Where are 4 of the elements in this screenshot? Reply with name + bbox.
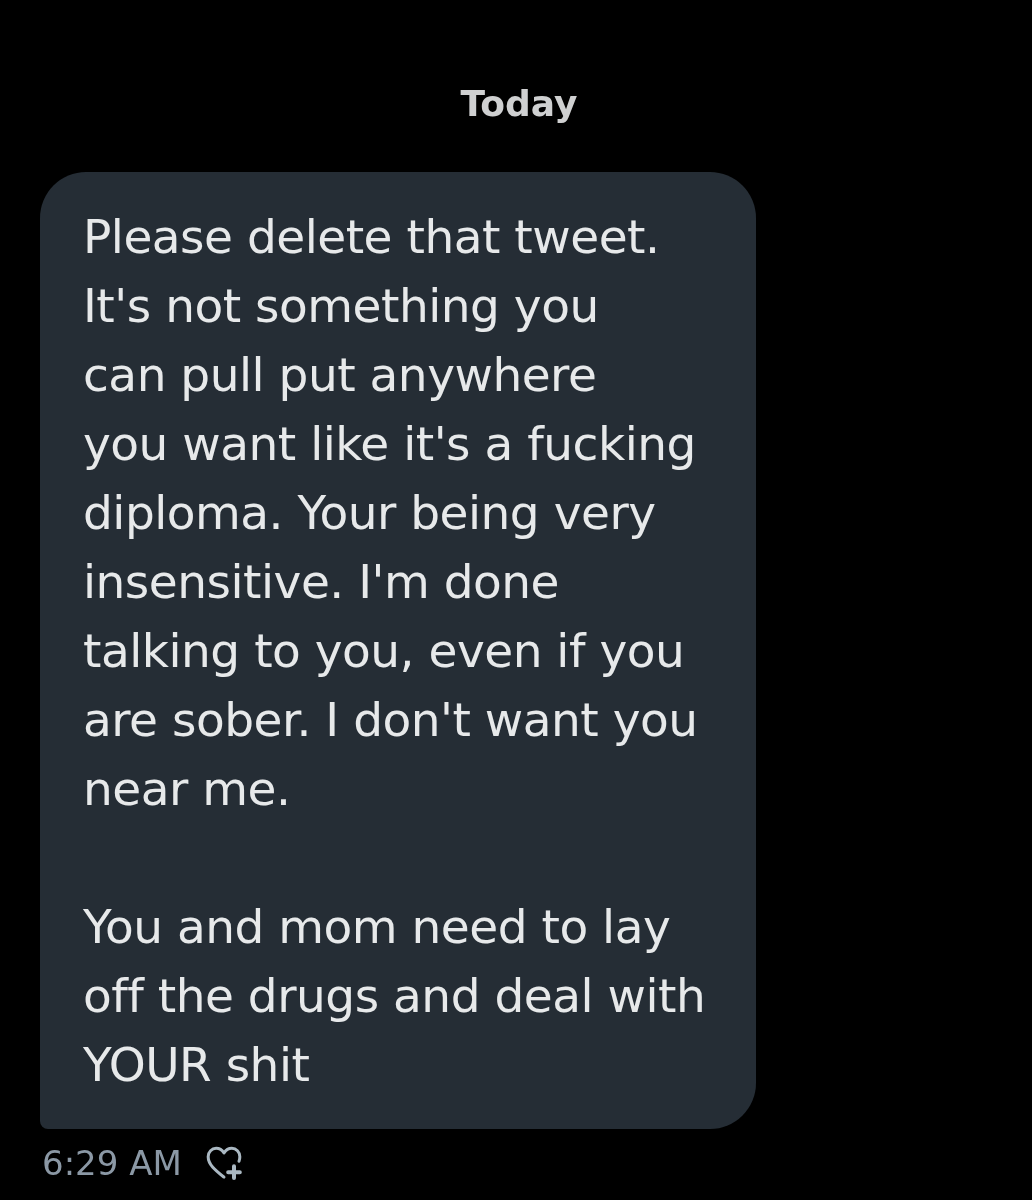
message-time: 6:29 AM [42, 1143, 182, 1183]
message-text: Please delete that tweet. It's not something you can pull put anywhere you want like it's a fucking diploma. Your being very insensitive. I'm done talking to you, even if you are sober. I don't want you near me. [83, 208, 699, 818]
message-text: You and mom need to lay off the drugs and deal with YOUR shit [83, 898, 707, 1094]
date-divider: Today [460, 82, 578, 126]
